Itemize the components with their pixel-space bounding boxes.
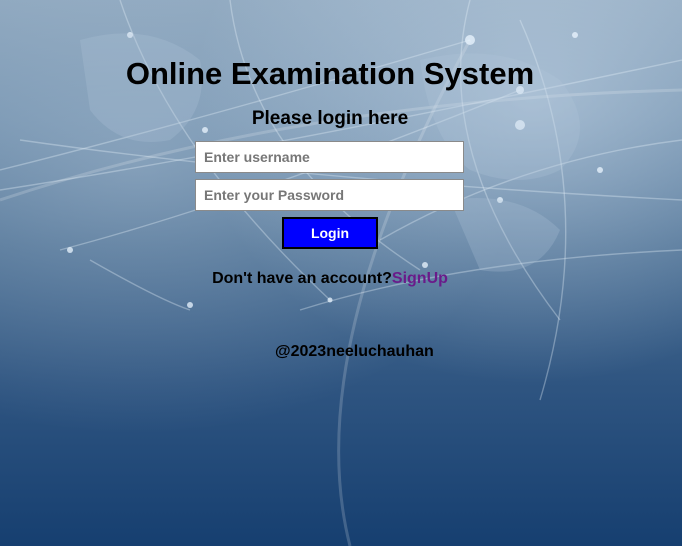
signup-prompt: Don't have an account?	[212, 270, 392, 287]
login-button[interactable]: Login	[282, 217, 378, 249]
signup-link[interactable]: SignUp	[392, 270, 448, 287]
password-input[interactable]	[195, 179, 464, 211]
footer-credit: @2023neeluchauhan	[275, 343, 434, 360]
username-input[interactable]	[195, 141, 464, 173]
login-subtitle: Please login here	[251, 108, 409, 129]
page-title: Online Examination System	[125, 56, 535, 91]
signup-row: Don't have an account?SignUp	[0, 270, 660, 288]
